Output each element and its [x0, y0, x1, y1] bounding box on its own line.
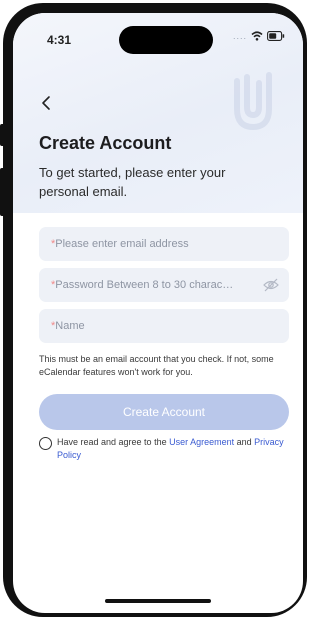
- battery-icon: [267, 31, 285, 41]
- create-account-button[interactable]: Create Account: [39, 394, 289, 430]
- screen: 4:31 .... Create Account To get started,…: [13, 13, 303, 613]
- signal-indicator: ....: [232, 31, 247, 41]
- email-placeholder-text: Please enter email address: [55, 238, 189, 250]
- paperclip-logo-icon: [234, 72, 272, 131]
- chevron-left-icon[interactable]: [37, 93, 57, 113]
- home-indicator[interactable]: [105, 599, 211, 603]
- name-field[interactable]: *Name: [39, 309, 289, 343]
- agreement-prefix: Have read and agree to the: [57, 437, 170, 447]
- user-agreement-link[interactable]: User Agreement: [169, 437, 234, 447]
- phone-device: 4:31 .... Create Account To get started,…: [0, 0, 314, 624]
- dynamic-island: [119, 26, 213, 54]
- email-placeholder: *Please enter email address: [51, 238, 189, 250]
- wifi-icon: [251, 31, 263, 41]
- agreement-checkbox[interactable]: [39, 437, 52, 450]
- email-field[interactable]: *Please enter email address: [39, 227, 289, 261]
- eye-hidden-icon[interactable]: [263, 278, 279, 292]
- password-field[interactable]: *Password Between 8 to 30 charac…: [39, 268, 289, 302]
- password-placeholder-text: Password Between 8 to 30 charac…: [55, 279, 234, 291]
- name-placeholder-text: Name: [55, 320, 85, 332]
- email-hint: This must be an email account that you c…: [39, 354, 274, 377]
- phone-frame: 4:31 .... Create Account To get started,…: [3, 3, 307, 617]
- name-placeholder: *Name: [51, 320, 85, 332]
- status-icons: ....: [233, 31, 285, 41]
- agreement-text: Have read and agree to the User Agreemen…: [57, 436, 293, 462]
- page-title: Create Account: [39, 133, 172, 153]
- status-time: 4:31: [47, 33, 72, 47]
- password-placeholder: *Password Between 8 to 30 charac…: [51, 279, 233, 291]
- page-subtitle: To get started, please enter your person…: [39, 165, 226, 199]
- agreement-and: and: [234, 437, 255, 447]
